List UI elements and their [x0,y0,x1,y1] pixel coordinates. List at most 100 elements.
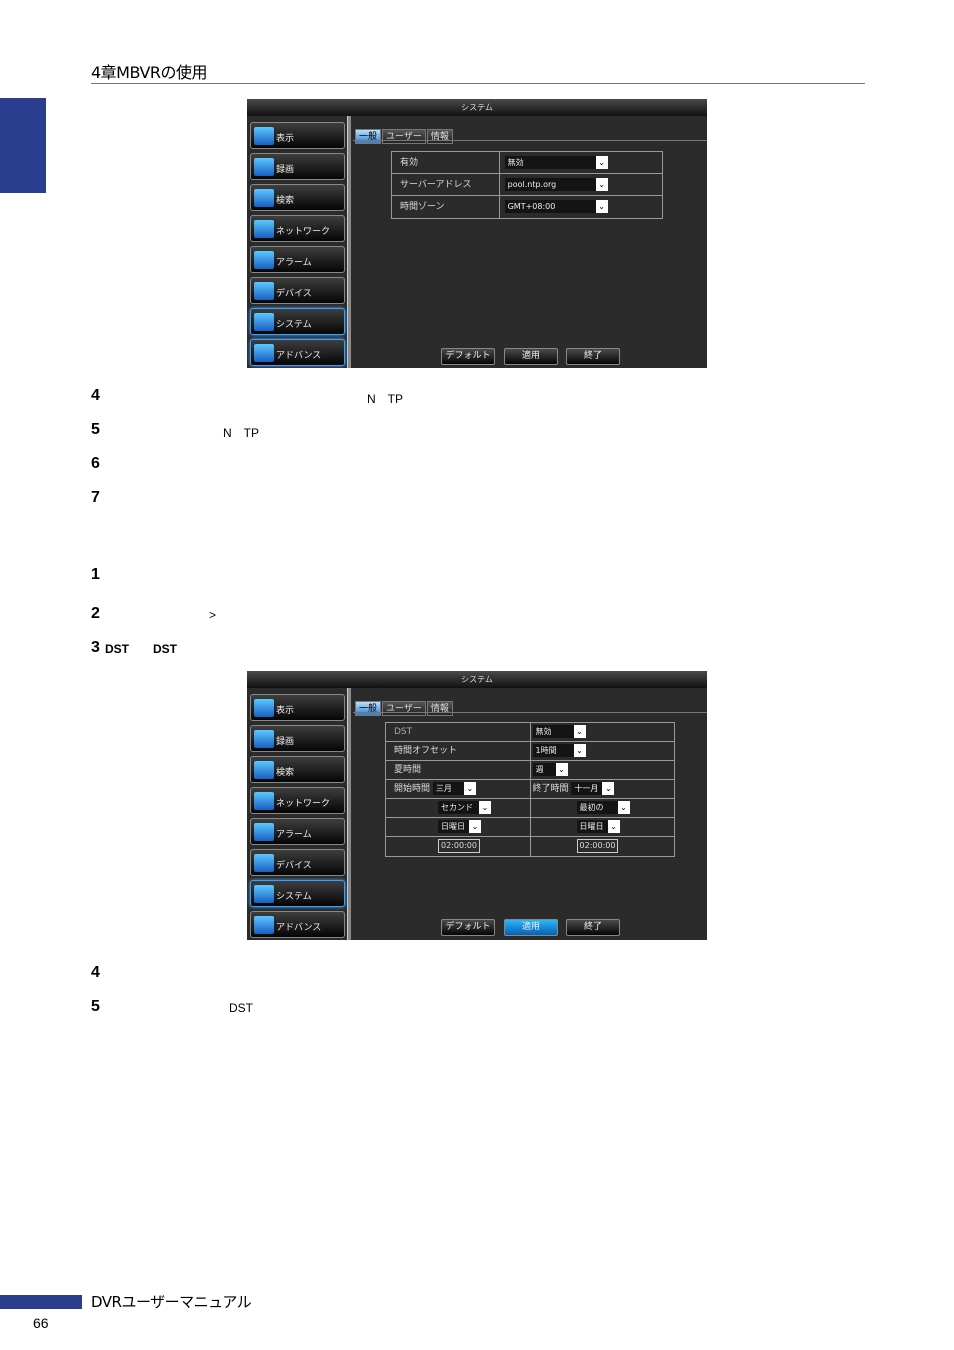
tab-general[interactable]: 一般 [355,701,382,716]
chapter-title: 4章MBVRの使用 [91,63,208,82]
default-button[interactable]: デフォルト [441,919,495,936]
form-row: 開始時間 三月 ⌄ 終了時間 十一月 ⌄ [386,780,674,799]
dst-select[interactable]: 無効 ⌄ [532,725,586,738]
tab-general[interactable]: 一般 [355,129,382,144]
window-title: システム [247,671,707,688]
step-note: > [209,608,217,622]
tab-user[interactable]: ユーザー [382,701,426,716]
step-number: 4 [91,964,100,981]
menu-item-alarm[interactable]: アラーム [250,246,345,273]
tab-info[interactable]: 情報 [426,129,453,144]
chevron-down-icon: ⌄ [602,782,615,795]
device-icon [254,282,274,300]
start-month-select[interactable]: 三月 ⌄ [432,782,476,795]
end-month-select[interactable]: 十一月 ⌄ [571,782,615,795]
footer-bar [0,1295,82,1309]
exit-button[interactable]: 終了 [566,919,620,936]
step-number: 5 [91,421,100,438]
tab-info[interactable]: 情報 [426,701,453,716]
chapter-side-tab [0,98,46,193]
step-number: 1 [91,566,100,583]
device-icon [254,854,274,872]
time-zone-select[interactable]: GMT+08:00 ⌄ [504,200,608,213]
menu-item-display[interactable]: 表示 [250,694,345,721]
menu-item-device[interactable]: デバイス [250,849,345,876]
server-address-select[interactable]: pool.ntp.org ⌄ [504,178,608,191]
default-button[interactable]: デフォルト [441,348,495,365]
form-row: 有効 無効 ⌄ [392,152,662,174]
menu-item-record[interactable]: 録画 [250,725,345,752]
chevron-down-icon: ⌄ [573,725,586,738]
window-title: システム [247,99,707,116]
chevron-down-icon: ⌄ [555,763,568,776]
form-row: DST 無効 ⌄ [386,723,674,742]
step-note: DST [229,1001,253,1015]
gear-icon [254,313,274,331]
menu-item-system[interactable]: システム [250,308,345,335]
offset-select[interactable]: 1時間 ⌄ [532,744,586,757]
enable-select[interactable]: 無効 ⌄ [504,156,608,169]
start-week-select[interactable]: セカンド ⌄ [438,801,491,814]
magnifier-icon [254,761,274,779]
dvr-screen-dst: システム 表示 録画 検索 ネットワーク アラーム デバイス システム アドバン… [247,671,707,940]
form-row: 時間ゾーン GMT+08:00 ⌄ [392,196,662,218]
gear-icon [254,885,274,903]
ntp-form: 有効 無効 ⌄ サーバーアドレス pool.ntp.org ⌄ 時間ゾーン GMT+… [391,151,663,219]
menu-item-network[interactable]: ネットワーク [250,787,345,814]
step-number: 5 [91,998,100,1015]
summer-time-label: 夏時間 [394,765,422,775]
chapter-rule [91,83,865,84]
alarm-icon [254,823,274,841]
start-day-select[interactable]: 日曜日 ⌄ [438,820,481,833]
wrench-icon [254,916,274,934]
end-time-label: 終了時間 [532,784,569,794]
tab-user[interactable]: ユーザー [382,129,426,144]
form-row: 夏時間 週 ⌄ [386,761,674,780]
time-zone-label: 時間ゾーン [400,202,445,212]
chevron-down-icon: ⌄ [463,782,476,795]
alarm-icon [254,251,274,269]
menu-item-advanced[interactable]: アドバンス [250,911,345,938]
step-note: DST [153,642,177,656]
monitor-icon [254,699,274,717]
menu-item-record[interactable]: 録画 [250,153,345,180]
start-time-input[interactable]: 02:00:00 [438,838,480,853]
step-number: 2 [91,605,100,622]
apply-button[interactable]: 適用 [504,348,558,365]
dst-form: DST 無効 ⌄ 時間オフセット 1時間 ⌄ 夏時間 週 ⌄ 開始時間 三月 ⌄ 終了時… [385,722,675,857]
menu-item-system[interactable]: システム [250,880,345,907]
end-time-input[interactable]: 02:00:00 [576,838,619,853]
tab-bar: 一般 ユーザー 情報 [355,696,454,716]
apply-button[interactable]: 適用 [504,919,558,936]
summer-time-select[interactable]: 週 ⌄ [532,763,568,776]
menu-item-search[interactable]: 検索 [250,756,345,783]
start-time-label: 開始時間 [394,784,431,794]
monitor-icon [254,127,274,145]
footer-title: DVRユーザーマニュアル [91,1293,252,1311]
chevron-down-icon: ⌄ [573,744,586,757]
menu-item-display[interactable]: 表示 [250,122,345,149]
chevron-down-icon: ⌄ [595,156,608,169]
chevron-down-icon: ⌄ [595,178,608,191]
step-note: N TP [223,426,260,440]
end-week-select[interactable]: 最初の ⌄ [576,801,630,814]
menu-item-network[interactable]: ネットワーク [250,215,345,242]
form-row: セカンド ⌄ 最初の ⌄ [386,799,674,818]
menu-item-search[interactable]: 検索 [250,184,345,211]
form-row: サーバーアドレス pool.ntp.org ⌄ [392,174,662,196]
offset-label: 時間オフセット [394,746,458,756]
chevron-down-icon: ⌄ [469,820,481,833]
menu-item-device[interactable]: デバイス [250,277,345,304]
menu-item-advanced[interactable]: アドバンス [250,339,345,366]
page-number: 66 [33,1315,49,1331]
side-menu: 表示 録画 検索 ネットワーク アラーム デバイス システム アドバンス [250,122,345,368]
menu-item-alarm[interactable]: アラーム [250,818,345,845]
chevron-down-icon: ⌄ [617,801,630,814]
exit-button[interactable]: 終了 [566,348,620,365]
globe-icon [254,220,274,238]
chevron-down-icon: ⌄ [479,801,491,814]
form-row: 時間オフセット 1時間 ⌄ [386,742,674,761]
server-address-label: サーバーアドレス [400,180,472,190]
end-day-select[interactable]: 日曜日 ⌄ [576,820,620,833]
wrench-icon [254,344,274,362]
